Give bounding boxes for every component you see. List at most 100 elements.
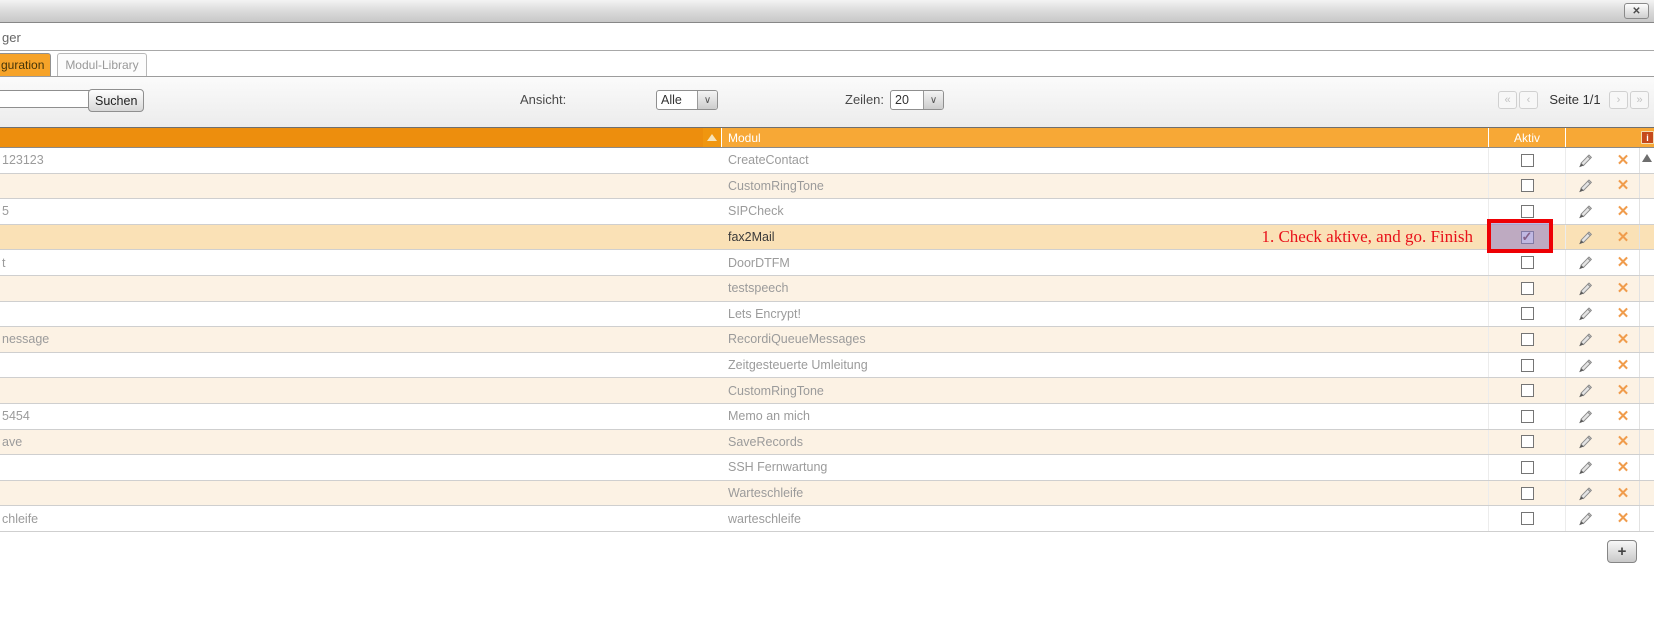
- search-input[interactable]: [0, 90, 90, 108]
- search-button[interactable]: Suchen: [88, 89, 144, 112]
- delete-x-icon[interactable]: ✕: [1617, 460, 1630, 475]
- row-modul-cell: Lets Encrypt!: [722, 302, 1489, 327]
- sort-indicator[interactable]: [703, 128, 722, 147]
- scrollbar-gutter: [1640, 148, 1654, 173]
- delete-x-icon[interactable]: ✕: [1617, 178, 1630, 193]
- edit-pencil-icon[interactable]: [1576, 254, 1593, 271]
- edit-pencil-icon[interactable]: [1576, 382, 1593, 399]
- aktiv-checkbox[interactable]: [1521, 461, 1534, 474]
- edit-pencil-icon[interactable]: [1576, 203, 1593, 220]
- column-header-actions: i: [1566, 128, 1654, 147]
- tab-bar: guration Modul-Library: [0, 52, 1654, 77]
- tab-label: guration: [1, 58, 44, 72]
- aktiv-checkbox[interactable]: [1521, 154, 1534, 167]
- row-aktiv-cell: [1489, 302, 1566, 327]
- scrollbar-gutter: [1640, 455, 1654, 480]
- edit-pencil-icon[interactable]: [1576, 433, 1593, 450]
- edit-pencil-icon[interactable]: [1576, 408, 1593, 425]
- pager-first-button[interactable]: «: [1498, 91, 1517, 109]
- edit-pencil-icon[interactable]: [1576, 510, 1593, 527]
- delete-x-icon[interactable]: ✕: [1617, 204, 1630, 219]
- aktiv-checkbox[interactable]: [1521, 179, 1534, 192]
- edit-pencil-icon[interactable]: [1576, 280, 1593, 297]
- column-header-name[interactable]: [0, 128, 703, 147]
- scrollbar-gutter: [1640, 430, 1654, 455]
- aktiv-checkbox[interactable]: [1521, 410, 1534, 423]
- delete-x-icon[interactable]: ✕: [1617, 230, 1630, 245]
- row-modul-cell: Memo an mich: [722, 404, 1489, 429]
- pager-last-button[interactable]: »: [1630, 91, 1649, 109]
- row-name-cell: chleife: [0, 506, 722, 531]
- edit-pencil-icon[interactable]: [1576, 485, 1593, 502]
- aktiv-checkbox[interactable]: [1521, 435, 1534, 448]
- aktiv-checkbox[interactable]: [1521, 384, 1534, 397]
- edit-pencil-icon[interactable]: [1576, 357, 1593, 374]
- edit-pencil-icon[interactable]: [1576, 152, 1593, 169]
- row-name-cell: ave: [0, 430, 722, 455]
- row-name-cell: [0, 455, 722, 480]
- row-name-cell: [0, 481, 722, 506]
- aktiv-checkbox[interactable]: [1521, 307, 1534, 320]
- row-actions-cell: ✕: [1566, 404, 1640, 429]
- aktiv-checkbox[interactable]: [1521, 205, 1534, 218]
- aktiv-checkbox[interactable]: [1521, 256, 1534, 269]
- add-module-button[interactable]: +: [1607, 540, 1637, 563]
- edit-pencil-icon[interactable]: [1576, 229, 1593, 246]
- delete-x-icon[interactable]: ✕: [1617, 153, 1630, 168]
- aktiv-checkbox[interactable]: [1521, 231, 1534, 244]
- row-modul-cell: Warteschleife: [722, 481, 1489, 506]
- table-body: 123123 CreateContact ✕ 1. Check aktive, …: [0, 148, 1654, 532]
- row-name-cell: nessage: [0, 327, 722, 352]
- delete-x-icon[interactable]: ✕: [1617, 255, 1630, 270]
- edit-pencil-icon[interactable]: [1576, 305, 1593, 322]
- delete-x-icon[interactable]: ✕: [1617, 434, 1630, 449]
- row-name-cell: 5454: [0, 404, 722, 429]
- info-icon[interactable]: i: [1641, 131, 1654, 144]
- column-header-label: Modul: [728, 131, 761, 145]
- aktiv-checkbox[interactable]: [1521, 359, 1534, 372]
- row-modul-cell: Zeitgesteuerte Umleitung: [722, 353, 1489, 378]
- row-actions-cell: ✕: [1566, 225, 1640, 250]
- scrollbar-gutter: [1640, 276, 1654, 301]
- edit-pencil-icon[interactable]: [1576, 177, 1593, 194]
- tutorial-annotation: 1. Check aktive, and go. Finish: [1261, 227, 1473, 247]
- column-header-modul[interactable]: Modul: [722, 128, 1489, 147]
- delete-x-icon[interactable]: ✕: [1617, 281, 1630, 296]
- close-icon[interactable]: ✕: [1624, 3, 1649, 19]
- delete-x-icon[interactable]: ✕: [1617, 511, 1630, 526]
- row-aktiv-cell: [1489, 174, 1566, 199]
- row-aktiv-cell: [1489, 430, 1566, 455]
- table-row: nessage RecordiQueueMessages ✕ 1. Check …: [0, 327, 1654, 353]
- pager-prev-button[interactable]: ‹: [1519, 91, 1538, 109]
- scroll-up-icon[interactable]: [1642, 154, 1652, 162]
- view-filter-select[interactable]: Alle ∨: [656, 90, 718, 110]
- table-row: 5 SIPCheck ✕ 1. Check aktive, and go. Fi…: [0, 199, 1654, 225]
- edit-pencil-icon[interactable]: [1576, 459, 1593, 476]
- aktiv-checkbox[interactable]: [1521, 282, 1534, 295]
- tab-konfiguration[interactable]: guration: [0, 53, 51, 76]
- delete-x-icon[interactable]: ✕: [1617, 383, 1630, 398]
- column-header-aktiv[interactable]: Aktiv: [1489, 128, 1566, 147]
- delete-x-icon[interactable]: ✕: [1617, 409, 1630, 424]
- aktiv-checkbox[interactable]: [1521, 512, 1534, 525]
- row-actions-cell: ✕: [1566, 250, 1640, 275]
- rows-per-page-select[interactable]: 20 ∨: [890, 90, 944, 110]
- pager-next-button[interactable]: ›: [1609, 91, 1628, 109]
- table-row: chleife warteschleife ✕ 1. Check aktive,…: [0, 506, 1654, 532]
- aktiv-checkbox[interactable]: [1521, 333, 1534, 346]
- row-aktiv-cell: [1489, 455, 1566, 480]
- tab-modul-library[interactable]: Modul-Library: [57, 53, 147, 76]
- aktiv-checkbox[interactable]: [1521, 487, 1534, 500]
- row-actions-cell: ✕: [1566, 199, 1640, 224]
- sort-asc-icon: [707, 134, 717, 141]
- row-actions-cell: ✕: [1566, 378, 1640, 403]
- row-actions-cell: ✕: [1566, 430, 1640, 455]
- delete-x-icon[interactable]: ✕: [1617, 306, 1630, 321]
- chevron-down-icon: ∨: [697, 91, 717, 109]
- row-aktiv-cell: [1489, 276, 1566, 301]
- delete-x-icon[interactable]: ✕: [1617, 486, 1630, 501]
- delete-x-icon[interactable]: ✕: [1617, 332, 1630, 347]
- row-aktiv-cell: [1489, 225, 1566, 250]
- delete-x-icon[interactable]: ✕: [1617, 358, 1630, 373]
- edit-pencil-icon[interactable]: [1576, 331, 1593, 348]
